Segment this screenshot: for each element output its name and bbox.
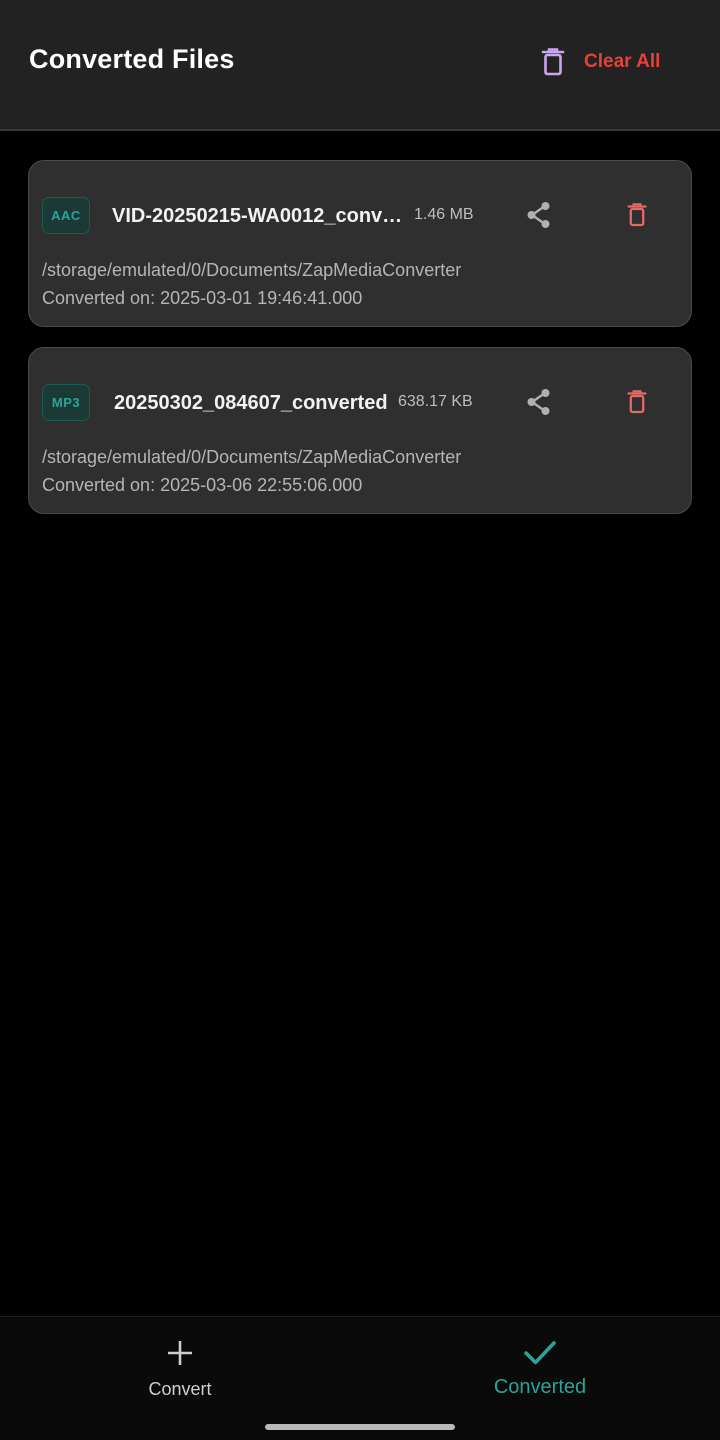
plus-icon <box>0 1335 360 1371</box>
share-icon <box>526 388 552 421</box>
nav-label-convert: Convert <box>148 1379 212 1399</box>
delete-file-button[interactable] <box>617 386 657 422</box>
app-bar: Converted Files Clear All <box>0 0 720 131</box>
share-button[interactable] <box>519 199 559 235</box>
file-name: VID-20250215-WA0012_converted <box>112 205 412 227</box>
trash-icon <box>627 389 647 419</box>
converted-files-list: AAC VID-20250215-WA0012_converted 1.46 M… <box>28 160 692 534</box>
file-size: 638.17 KB <box>398 393 473 410</box>
trash-icon <box>536 45 570 79</box>
bottom-navigation: Convert Converted <box>0 1316 720 1440</box>
delete-file-button[interactable] <box>617 199 657 235</box>
share-button[interactable] <box>519 386 559 422</box>
share-icon <box>526 201 552 234</box>
check-icon <box>360 1335 720 1371</box>
converted-date: Converted on: 2025-03-01 19:46:41.000 <box>42 288 363 308</box>
home-indicator[interactable] <box>265 1424 455 1430</box>
format-badge: AAC <box>42 197 90 234</box>
nav-item-converted[interactable]: Converted <box>360 1317 720 1417</box>
nav-item-convert[interactable]: Convert <box>0 1317 360 1417</box>
file-card[interactable]: MP3 20250302_084607_converted 638.17 KB <box>28 347 692 514</box>
clear-all-button[interactable]: Clear All <box>536 42 660 82</box>
file-card[interactable]: AAC VID-20250215-WA0012_converted 1.46 M… <box>28 160 692 327</box>
clear-all-label: Clear All <box>584 51 661 72</box>
format-badge: MP3 <box>42 384 90 421</box>
nav-label-converted: Converted <box>493 1376 587 1398</box>
converted-date: Converted on: 2025-03-06 22:55:06.000 <box>42 475 363 495</box>
page-title: Converted Files <box>29 44 235 74</box>
file-size: 1.46 MB <box>414 206 474 223</box>
file-path: /storage/emulated/0/Documents/ZapMediaCo… <box>42 447 462 467</box>
file-name: 20250302_084607_converted <box>114 392 388 414</box>
file-path: /storage/emulated/0/Documents/ZapMediaCo… <box>42 260 462 280</box>
trash-icon <box>627 202 647 232</box>
